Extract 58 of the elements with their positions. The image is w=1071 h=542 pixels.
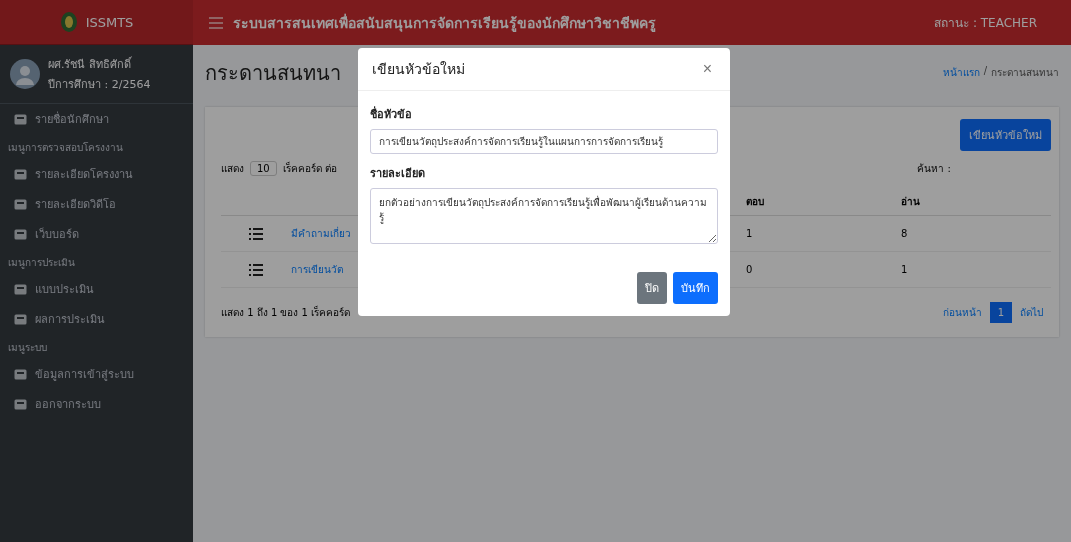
menu-item-icon: [14, 313, 27, 325]
column-header: อ่าน: [901, 195, 921, 209]
avatar-icon: [10, 59, 40, 89]
page-size-select[interactable]: 10: [250, 161, 277, 176]
length-suffix: เร็คคอร์ด ต่อ: [282, 161, 337, 176]
field-label: ชื่อหัวข้อ: [370, 105, 413, 123]
sidebar-item[interactable]: แบบประเมิน: [0, 274, 193, 304]
menu-item-icon: [14, 228, 27, 240]
sidebar-item[interactable]: รายละเอียดโครงงาน: [0, 159, 193, 189]
close-button[interactable]: ×: [698, 60, 716, 78]
system-title: ระบบสารสนเทศเพื่อสนับสนุนการจัดการเรียนรู้ของนักศึกษาวิชาชีพครู: [233, 12, 657, 34]
pagination-link[interactable]: 1: [989, 302, 1012, 323]
breadcrumb-current: กระดานสนทนา: [991, 66, 1059, 80]
user-name: ผศ.รัชนี สิทธิศักดิ์: [48, 55, 133, 73]
list-icon: [249, 263, 263, 276]
menu-item-icon: [14, 398, 27, 410]
topic-link[interactable]: มีคำถามเกี่ยว: [291, 226, 351, 241]
sidebar-section-heading: เมนูการประเมิน: [7, 256, 76, 271]
sidebar-item[interactable]: ผลการประเมิน: [0, 304, 193, 334]
table-info: แสดง 1 ถึง 1 ของ 1 เร็คคอร์ด: [221, 305, 351, 320]
table-cell-text: 8: [901, 228, 909, 239]
sidebar-section-heading: เมนูระบบ: [7, 341, 48, 356]
academic-year: ปีการศึกษา : 2/2564: [48, 77, 151, 93]
details-field[interactable]: ยกตัวอย่างการเขียนวัตถุประสงค์การจัดการเรียนรู้เพื่อพัฒนาผู้เรียนด้านความรู้: [370, 188, 718, 244]
menu-item-icon: [14, 168, 27, 180]
sidebar-item[interactable]: ออกจากระบบ: [0, 389, 193, 419]
list-icon: [249, 227, 263, 240]
menu-icon[interactable]: [209, 16, 223, 29]
breadcrumb-separator: /: [983, 65, 987, 78]
table-cell-text: 1: [901, 264, 909, 275]
sidebar-item[interactable]: รายชื่อนักศึกษา: [0, 104, 193, 134]
table-cell-text: 1: [746, 228, 754, 239]
menu-item-icon: [14, 113, 27, 125]
column-header: ตอบ: [746, 195, 765, 209]
search-label: ค้นหา :: [917, 162, 951, 176]
sidebar-item[interactable]: ข้อมูลการเข้าสู่ระบบ: [0, 359, 193, 389]
user-status: สถานะ : TEACHER: [934, 15, 1038, 32]
close-dialog-button[interactable]: ปิด: [637, 272, 667, 304]
field-label: รายละเอียด: [370, 166, 426, 182]
pagination-link[interactable]: ก่อนหน้า: [934, 300, 990, 325]
save-button[interactable]: บันทึก: [673, 272, 718, 304]
sidebar-item[interactable]: เว็บบอร์ด: [0, 219, 193, 249]
menu-item-icon: [14, 283, 27, 295]
length-label: แสดง: [221, 162, 244, 176]
menu-item-icon: [14, 368, 27, 380]
breadcrumb-link[interactable]: หน้าแรก: [942, 65, 980, 80]
topic-link[interactable]: การเขียนวัต: [291, 262, 343, 277]
topic-name-field[interactable]: การเขียนวัตถุประสงค์การจัดการเรียนรู้ในแผนการการจัดการเรียนรู้: [370, 129, 718, 154]
table-cell-text: 0: [746, 264, 754, 275]
page-title: กระดานสนทนา: [205, 60, 341, 87]
sidebar-section-heading: เมนูการตรวจสอบโครงงาน: [7, 141, 124, 156]
brand-name: ISSMTS: [85, 14, 134, 30]
menu-item-icon: [14, 198, 27, 210]
sidebar-item[interactable]: รายละเอียดวิดีโอ: [0, 189, 193, 219]
dialog-title: เขียนหัวข้อใหม่: [372, 60, 465, 79]
pagination-link[interactable]: ถัดไป: [1012, 300, 1051, 325]
new-topic-button[interactable]: เขียนหัวข้อใหม่: [960, 119, 1051, 151]
crest-logo-icon: [59, 11, 78, 33]
